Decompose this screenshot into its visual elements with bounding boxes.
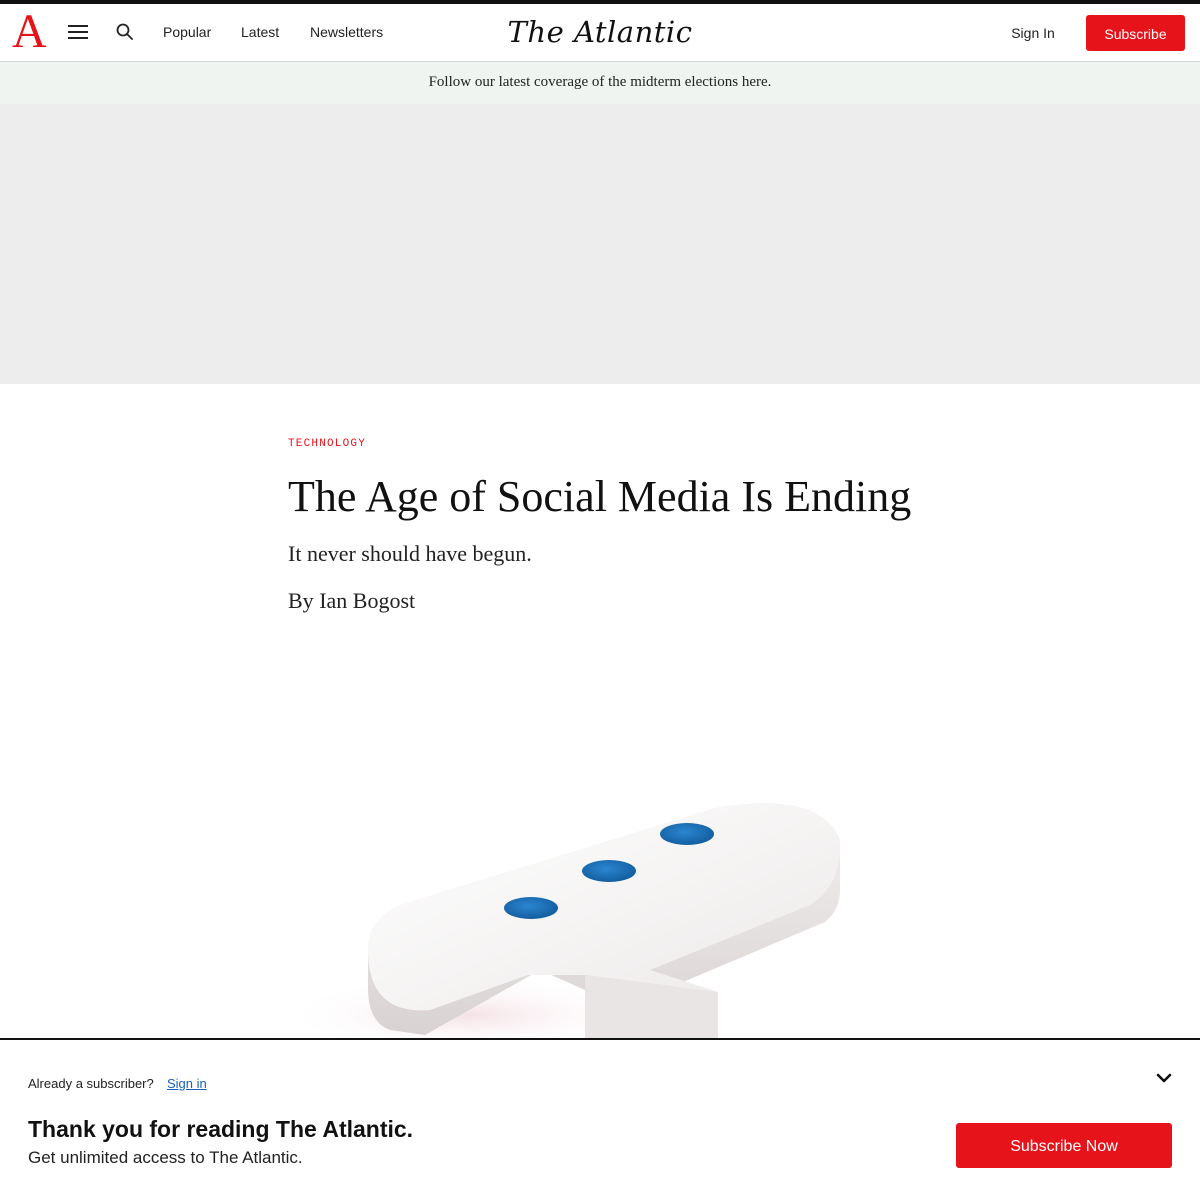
- subscribe-button[interactable]: Subscribe: [1086, 15, 1185, 51]
- ad-placeholder: [0, 104, 1200, 384]
- elections-banner[interactable]: Follow our latest coverage of the midter…: [0, 62, 1200, 104]
- subscribe-now-button[interactable]: Subscribe Now: [956, 1123, 1172, 1168]
- byline-prefix: By: [288, 588, 320, 613]
- site-wordmark[interactable]: The Atlantic: [450, 10, 750, 54]
- search-icon[interactable]: [114, 21, 136, 43]
- paywall-sign-in-link[interactable]: Sign in: [167, 1076, 207, 1092]
- article-dek: It never should have begun.: [288, 541, 532, 566]
- article-title: The Age of Social Media Is Ending: [288, 472, 912, 521]
- paywall-subtitle: Get unlimited access to The Atlantic.: [28, 1148, 303, 1167]
- author-link[interactable]: Ian Bogost: [319, 588, 415, 613]
- atlantic-logo[interactable]: A: [12, 8, 47, 56]
- paywall-panel: Already a subscriber? Sign in Thank you …: [0, 1038, 1200, 1202]
- hero-image: [280, 760, 900, 1055]
- site-header: A Popular Latest Newsletters The Atlanti…: [0, 4, 1200, 62]
- article-byline: By Ian Bogost: [288, 587, 415, 615]
- sign-in-link[interactable]: Sign In: [996, 24, 1070, 42]
- nav-latest[interactable]: Latest: [241, 23, 279, 41]
- nav-newsletters[interactable]: Newsletters: [310, 23, 383, 41]
- section-label[interactable]: TECHNOLOGY: [288, 437, 366, 451]
- paywall-title: Thank you for reading The Atlantic.: [28, 1116, 414, 1142]
- already-subscriber-text: Already a subscriber?: [28, 1076, 154, 1091]
- chevron-down-icon[interactable]: [1150, 1066, 1178, 1090]
- nav-popular[interactable]: Popular: [163, 23, 211, 41]
- hamburger-icon[interactable]: [66, 22, 90, 42]
